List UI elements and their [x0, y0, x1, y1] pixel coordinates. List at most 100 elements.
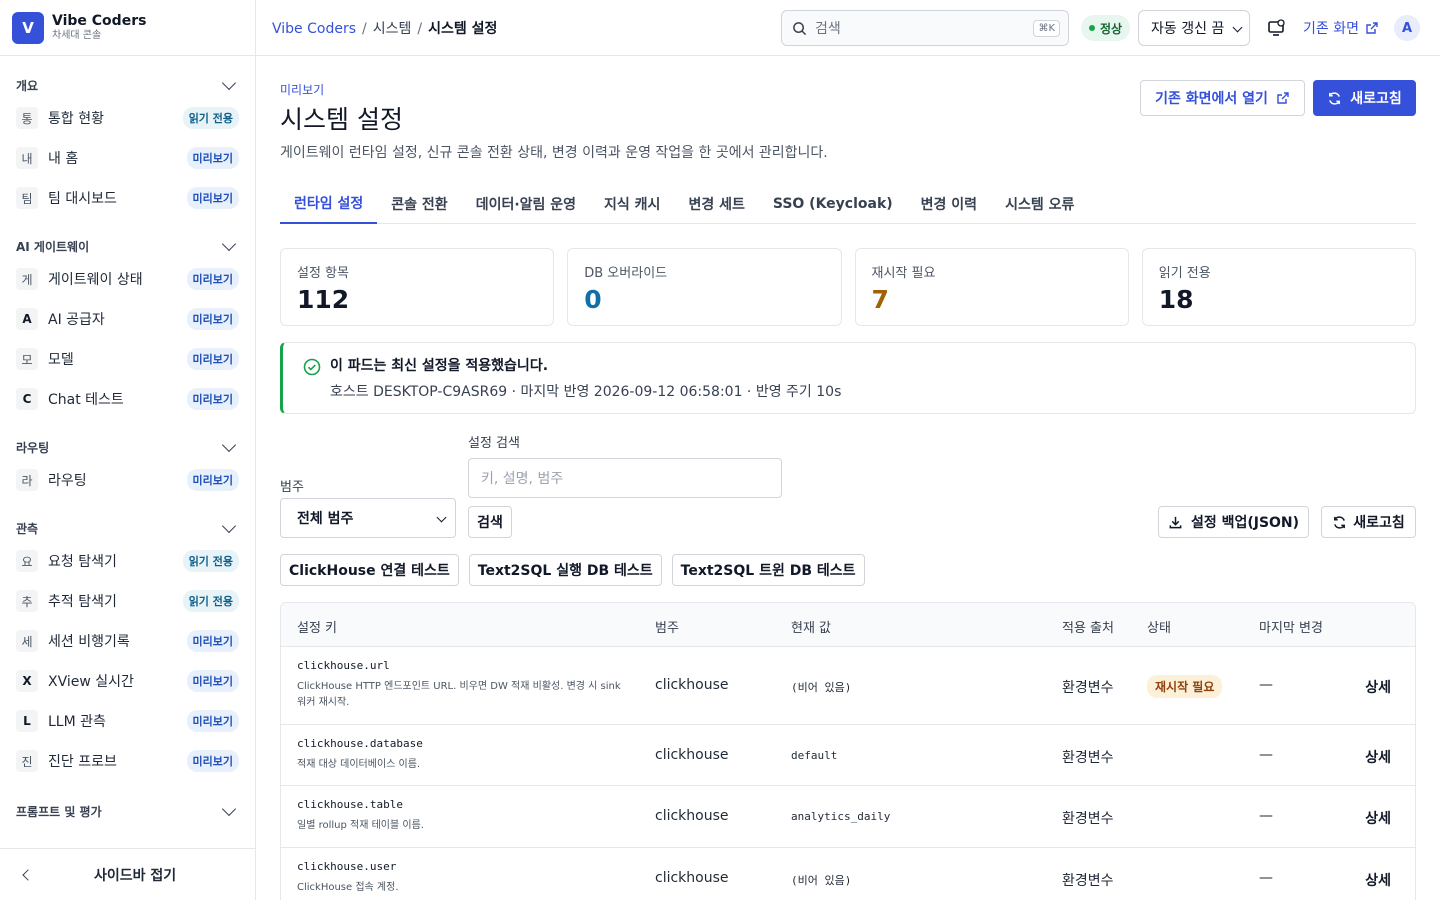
restart-required-badge: 재시작 필요 [1147, 675, 1223, 698]
sidebar-item[interactable]: 게 게이트웨이 상태 미리보기 [0, 259, 255, 299]
detail-button[interactable]: 상세 [1365, 808, 1391, 828]
sidebar-item[interactable]: 라 라우팅 미리보기 [0, 460, 255, 500]
connection-test-button[interactable]: Text2SQL 트윈 DB 테스트 [671, 554, 865, 586]
sidebar-item[interactable]: 모 모델 미리보기 [0, 339, 255, 379]
sidebar-section-title: 관측 [16, 521, 39, 536]
tab-item[interactable]: 런타임 설정 [280, 184, 378, 224]
sidebar-item-label: 추적 탐색기 [48, 594, 117, 610]
sidebar-item[interactable]: X XView 실시간 미리보기 [0, 661, 255, 701]
tab-item[interactable]: 지식 캐시 [590, 184, 674, 224]
sidebar-nav: 개요통 통합 현황 읽기 전용 내 내 홈 미리보기 팀 팀 대시보드 미리보기 AI 게이트웨이… [0, 57, 255, 848]
category-value: 전체 범주 [297, 511, 354, 527]
tab-item[interactable]: SSO (Keycloak) [759, 184, 907, 224]
detail-button[interactable]: 상세 [1365, 870, 1391, 890]
status-badge: 정상 [1081, 15, 1131, 41]
breadcrumb-system[interactable]: 시스템 [373, 21, 412, 37]
shortcut-hint: ⌘K [1033, 19, 1060, 37]
col-last-change[interactable]: 마지막 변경 [1259, 617, 1323, 636]
sidebar-item-label: 팀 대시보드 [48, 191, 117, 207]
sidebar-section-header[interactable]: 프롬프트 및 평가 [0, 801, 255, 820]
setting-last-change: — [1259, 677, 1273, 693]
breadcrumb-home[interactable]: Vibe Coders [272, 21, 356, 37]
connection-tests: ClickHouse 연결 테스트 Text2SQL 실행 DB 테스트 Text2… [280, 554, 865, 586]
setting-key: clickhouse.table [297, 798, 403, 811]
brand-name: Vibe Coders [52, 13, 147, 29]
tab-item[interactable]: 시스템 오류 [991, 184, 1088, 224]
apply-notice: 이 파드는 최신 설정을 적용했습니다. 호스트 DESKTOP-C9ASR69… [280, 342, 1416, 414]
table-refresh-button[interactable]: 새로고침 [1321, 506, 1416, 538]
detail-button[interactable]: 상세 [1365, 747, 1391, 767]
sidebar-item-icon: 추 [16, 590, 38, 612]
sidebar-item[interactable]: 진 진단 프로브 미리보기 [0, 741, 255, 781]
setting-source: 환경변수 [1062, 811, 1114, 827]
global-search-input[interactable]: 검색 ⌘K [781, 10, 1069, 46]
open-legacy-button[interactable]: 기존 화면에서 열기 [1140, 80, 1305, 116]
col-key[interactable]: 설정 키 [297, 617, 337, 636]
col-category[interactable]: 범주 [655, 617, 679, 636]
brand-logo: V [12, 11, 44, 44]
sidebar-item[interactable]: 추 추적 탐색기 읽기 전용 [0, 581, 255, 621]
summary-card-value: 0 [584, 285, 602, 314]
connection-test-button[interactable]: Text2SQL 실행 DB 테스트 [468, 554, 662, 586]
sidebar-section-header[interactable]: 관측 [0, 518, 255, 537]
sidebar-section-header[interactable]: 라우팅 [0, 437, 255, 456]
tab-item[interactable]: 데이터·알림 운영 [462, 184, 590, 224]
sidebar-item-label: 세션 비행기록 [48, 634, 130, 650]
sidebar-section-header[interactable]: AI 게이트웨이 [0, 236, 255, 255]
sidebar-item[interactable]: 통 통합 현황 읽기 전용 [0, 98, 255, 138]
sidebar-item-badge: 미리보기 [186, 670, 239, 692]
setting-value: (비어 있음) [791, 874, 852, 887]
sidebar-collapse-label: 사이드바 접기 [94, 867, 177, 884]
sidebar-item-label: LLM 관측 [48, 714, 106, 730]
notice-body: 호스트 DESKTOP-C9ASR69 · 마지막 반영 2026-09-12 … [330, 384, 842, 400]
summary-card-label: 재시작 필요 [871, 266, 936, 281]
chevron-down-icon [436, 512, 447, 523]
table-row: clickhouse.url ClickHouse HTTP 엔드포인트 URL.… [281, 647, 1415, 725]
sidebar-item-label: Chat 테스트 [48, 392, 124, 408]
col-status[interactable]: 상태 [1147, 617, 1171, 636]
sidebar-item[interactable]: 내 내 홈 미리보기 [0, 138, 255, 178]
sidebar-collapse-button[interactable]: 사이드바 접기 [0, 848, 255, 900]
detail-button[interactable]: 상세 [1365, 677, 1391, 697]
tab-item[interactable]: 변경 세트 [674, 184, 758, 224]
sidebar-item[interactable]: 세 세션 비행기록 미리보기 [0, 621, 255, 661]
brand[interactable]: V Vibe Coders 차세대 콘솔 [0, 0, 255, 56]
page-title: 시스템 설정 [280, 105, 403, 134]
sidebar-item-label: 모델 [48, 352, 74, 368]
setting-source: 환경변수 [1062, 680, 1114, 696]
tab-bar: 런타임 설정 콘솔 전환 데이터·알림 운영 지식 캐시 변경 세트 SSO (Keycl… [280, 184, 1416, 224]
sidebar-item[interactable]: L LLM 관측 미리보기 [0, 701, 255, 741]
settings-table: 설정 키 범주 현재 값 적용 출처 상태 마지막 변경 clickhouse.… [280, 602, 1416, 900]
sidebar-section-header[interactable]: 개요 [0, 75, 255, 94]
auto-refresh-select[interactable]: 자동 갱신 끔 [1138, 10, 1250, 46]
sidebar-item-icon: 라 [16, 469, 38, 491]
col-source[interactable]: 적용 출처 [1062, 617, 1114, 636]
avatar[interactable]: A [1394, 15, 1420, 41]
table-refresh-label: 새로고침 [1353, 515, 1405, 531]
sidebar-section-title: 라우팅 [16, 440, 50, 455]
search-button[interactable]: 검색 [468, 506, 512, 538]
sidebar-item[interactable]: A AI 공급자 미리보기 [0, 299, 255, 339]
tab-item[interactable]: 변경 이력 [907, 184, 991, 224]
sidebar-item[interactable]: 요 요청 탐색기 읽기 전용 [0, 541, 255, 581]
sidebar-item-badge: 미리보기 [186, 710, 239, 732]
col-value[interactable]: 현재 값 [791, 617, 831, 636]
sidebar-item-badge: 읽기 전용 [182, 107, 239, 129]
category-select[interactable]: 전체 범주 [280, 498, 456, 538]
legacy-view-link[interactable]: 기존 화면 [1303, 18, 1379, 38]
tab-item[interactable]: 콘솔 전환 [377, 184, 461, 224]
refresh-button[interactable]: 새로고침 [1313, 80, 1416, 116]
sidebar-item[interactable]: 팀 팀 대시보드 미리보기 [0, 178, 255, 218]
sidebar-item-label: 게이트웨이 상태 [48, 272, 143, 288]
setting-last-change: — [1259, 747, 1273, 763]
sidebar-item[interactable]: C Chat 테스트 미리보기 [0, 379, 255, 419]
sidebar: V Vibe Coders 차세대 콘솔 개요통 통합 현황 읽기 전용 내 내 홈 미리… [0, 0, 256, 900]
connection-test-button[interactable]: ClickHouse 연결 테스트 [280, 554, 459, 586]
summary-card-label: DB 오버라이드 [584, 266, 668, 281]
monitor-icon[interactable] [1266, 18, 1286, 38]
chevron-left-icon [22, 868, 34, 881]
setting-last-change: — [1259, 808, 1273, 824]
backup-json-button[interactable]: 설정 백업(JSON) [1158, 506, 1309, 538]
setting-category: clickhouse [655, 747, 729, 763]
settings-search-input[interactable]: 키, 설명, 범주 [468, 458, 782, 498]
